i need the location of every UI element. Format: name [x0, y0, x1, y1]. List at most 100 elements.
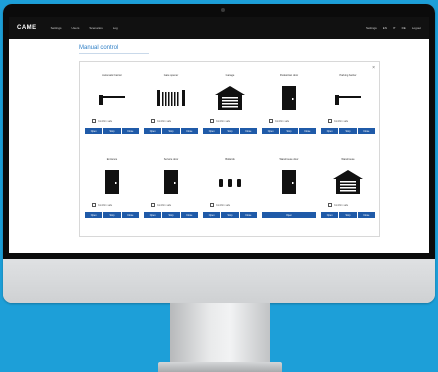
close-icon[interactable]: ×	[372, 65, 375, 71]
confirm-checkbox-row[interactable]: Confirm safe	[320, 202, 376, 208]
confirm-checkbox-row[interactable]: Confirm safe	[143, 202, 199, 208]
action-button[interactable]: Stop	[103, 212, 121, 218]
nav-item[interactable]: Scenarios	[89, 26, 102, 30]
checkbox[interactable]	[269, 119, 273, 123]
confirm-checkbox-row[interactable]: Confirm safe	[143, 118, 199, 124]
action-button[interactable]: Close	[180, 128, 198, 134]
action-button[interactable]: Open	[203, 128, 221, 134]
bollards-icon	[202, 162, 258, 202]
action-button[interactable]: Stop	[339, 212, 357, 218]
nav-right-item[interactable]: EN	[383, 26, 387, 30]
brand-logo[interactable]: CAME	[17, 25, 37, 31]
checkbox-label: Confirm safe	[216, 203, 231, 207]
confirm-checkbox-row[interactable]	[261, 202, 317, 208]
checkbox-label: Confirm safe	[334, 203, 349, 207]
confirm-checkbox-row[interactable]: Confirm safe	[202, 202, 258, 208]
barrier-icon	[84, 78, 140, 118]
action-button[interactable]: Close	[239, 128, 257, 134]
action-button[interactable]: Close	[180, 212, 198, 218]
checkbox-label: Confirm safe	[98, 203, 113, 207]
nav-item[interactable]: Users	[72, 26, 80, 30]
webcam-dot	[221, 8, 225, 12]
action-button[interactable]: Open	[144, 212, 162, 218]
nav-item[interactable]: Log	[113, 26, 118, 30]
nav-right-item[interactable]: Logout	[412, 26, 421, 30]
nav-menu: Settings Users Scenarios Log	[51, 26, 118, 30]
checkbox[interactable]	[210, 119, 214, 123]
action-button[interactable]: Close	[298, 128, 316, 134]
confirm-checkbox-row[interactable]: Confirm safe	[320, 118, 376, 124]
door-icon	[84, 162, 140, 202]
action-button[interactable]: Close	[121, 212, 139, 218]
action-buttons: Open Stop Close	[143, 212, 199, 218]
action-button[interactable]: Open	[85, 212, 103, 218]
checkbox[interactable]	[92, 203, 96, 207]
checkbox-label: Confirm safe	[275, 119, 290, 123]
door-icon	[261, 78, 317, 118]
checkbox[interactable]	[151, 119, 155, 123]
nav-right-item[interactable]: DE	[402, 26, 406, 30]
action-button[interactable]: Close	[357, 128, 375, 134]
main-content: Manual control	[9, 39, 429, 54]
action-button[interactable]: Stop	[162, 128, 180, 134]
device-card: Garage Confirm safe Open Stop Close	[202, 72, 258, 150]
checkbox-label: Confirm safe	[157, 119, 172, 123]
device-card: Warehouse Confirm safe Open Stop Close	[320, 156, 376, 234]
nav-item[interactable]: Settings	[51, 26, 62, 30]
device-card: Gate opener Confirm safe Open Stop Close	[143, 72, 199, 150]
barrier-icon	[320, 78, 376, 118]
confirm-checkbox-row[interactable]: Confirm safe	[202, 118, 258, 124]
device-card: Parking barrier Confirm safe Open Stop Close	[320, 72, 376, 150]
action-button[interactable]: Stop	[339, 128, 357, 134]
device-card: Pedestrian door Confirm safe Open Stop Close	[261, 72, 317, 150]
action-button[interactable]: Open	[85, 128, 103, 134]
confirm-checkbox-row[interactable]: Confirm safe	[84, 202, 140, 208]
devices-panel: × Automatic barrier Confirm safe Open Stop C…	[79, 61, 380, 237]
action-button[interactable]: Open	[144, 128, 162, 134]
checkbox[interactable]	[210, 203, 214, 207]
action-buttons: Open	[261, 212, 317, 218]
action-button[interactable]: Close	[121, 128, 139, 134]
device-card: Entrance Confirm safe Open Stop Close	[84, 156, 140, 234]
checkbox-label: Confirm safe	[157, 203, 172, 207]
device-card: Bollards Confirm safe Open Stop Close	[202, 156, 258, 234]
action-button[interactable]: Stop	[221, 128, 239, 134]
action-button[interactable]: Open	[321, 212, 339, 218]
action-buttons: Open Stop Close	[202, 212, 258, 218]
action-buttons: Open Stop Close	[320, 128, 376, 134]
checkbox[interactable]	[328, 119, 332, 123]
action-button[interactable]: Open	[262, 212, 316, 218]
door-icon	[143, 162, 199, 202]
nav-right-item[interactable]: IT	[393, 26, 396, 30]
nav-right-menu: Settings EN IT DE Logout	[366, 26, 421, 30]
checkbox[interactable]	[92, 119, 96, 123]
action-button[interactable]: Stop	[162, 212, 180, 218]
action-button[interactable]: Stop	[280, 128, 298, 134]
action-buttons: Open Stop Close	[84, 128, 140, 134]
action-button[interactable]: Close	[239, 212, 257, 218]
page-title: Manual control	[79, 45, 149, 54]
action-buttons: Open Stop Close	[320, 212, 376, 218]
action-buttons: Open Stop Close	[84, 212, 140, 218]
action-button[interactable]: Stop	[103, 128, 121, 134]
action-button[interactable]: Close	[357, 212, 375, 218]
action-button[interactable]: Stop	[221, 212, 239, 218]
monitor-stand	[170, 303, 270, 367]
screen: CAME Settings Users Scenarios Log Settin…	[9, 17, 429, 253]
checkbox[interactable]	[151, 203, 155, 207]
action-buttons: Open Stop Close	[202, 128, 258, 134]
device-card: Service door Confirm safe Open Stop Close	[143, 156, 199, 234]
nav-right-item[interactable]: Settings	[366, 26, 377, 30]
door-icon	[261, 162, 317, 202]
confirm-checkbox-row[interactable]: Confirm safe	[84, 118, 140, 124]
checkbox[interactable]	[328, 203, 332, 207]
garage-icon	[202, 78, 258, 118]
action-buttons: Open Stop Close	[143, 128, 199, 134]
top-navbar: CAME Settings Users Scenarios Log Settin…	[9, 17, 429, 39]
confirm-checkbox-row[interactable]: Confirm safe	[261, 118, 317, 124]
checkbox-label: Confirm safe	[216, 119, 231, 123]
action-button[interactable]: Open	[203, 212, 221, 218]
action-button[interactable]: Open	[262, 128, 280, 134]
monitor-chin	[3, 259, 435, 303]
action-button[interactable]: Open	[321, 128, 339, 134]
